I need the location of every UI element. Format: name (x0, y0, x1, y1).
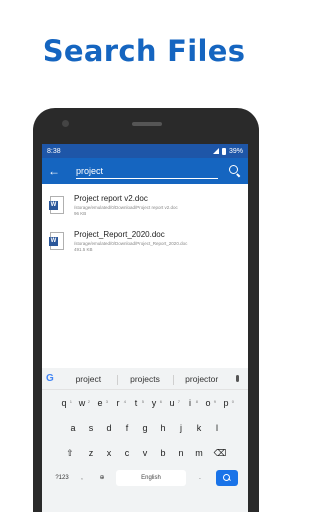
key-row-4: ?123 , ⊕ English . (42, 469, 248, 487)
key-row-1: q1 w2 e3 r4 t5 y6 u7 i8 o9 p0 (42, 394, 248, 412)
search-enter-key[interactable] (216, 470, 238, 486)
key-k[interactable]: k (190, 419, 208, 437)
key-t[interactable]: t5 (127, 394, 145, 412)
phone-screen: 8:38 39% ← project W Project report v2.d… (42, 144, 248, 512)
key-z[interactable]: z (82, 444, 100, 462)
key-j[interactable]: j (172, 419, 190, 437)
key-l[interactable]: l (208, 419, 226, 437)
search-query: project (76, 166, 104, 176)
google-g-icon[interactable]: G (46, 373, 60, 384)
comma-key[interactable]: , (72, 469, 92, 487)
key-g[interactable]: g (136, 419, 154, 437)
promo-title: Search Files (42, 34, 246, 68)
key-m[interactable]: m (190, 444, 208, 462)
list-item[interactable]: W Project report v2.doc /storage/emulate… (42, 190, 248, 226)
key-p[interactable]: p0 (217, 394, 235, 412)
space-key[interactable]: English (116, 470, 186, 486)
battery-icon (221, 147, 226, 155)
battery-percent: 39% (228, 147, 243, 155)
file-path: /storage/emulated/0/Download/Project_Rep… (74, 241, 188, 246)
suggestion-chip[interactable]: projects (116, 374, 174, 385)
soft-keyboard: G project projects projector q1 w2 e3 r4… (42, 368, 248, 512)
suggestion-bar: G project projects projector (42, 368, 248, 390)
symbols-key[interactable]: ?123 (52, 469, 72, 487)
key-y[interactable]: y6 (145, 394, 163, 412)
key-q[interactable]: q1 (55, 394, 73, 412)
key-c[interactable]: c (118, 444, 136, 462)
key-row-3: ⇧ z x c v b n m ⌫ (42, 444, 248, 462)
file-name: Project_Report_2020.doc (74, 230, 165, 239)
word-doc-icon: W (49, 196, 64, 214)
camera-dot (62, 120, 69, 127)
key-e[interactable]: e3 (91, 394, 109, 412)
list-item[interactable]: W Project_Report_2020.doc /storage/emula… (42, 226, 248, 262)
key-s[interactable]: s (82, 419, 100, 437)
delete-key[interactable]: ⌫ (208, 444, 232, 462)
key-f[interactable]: f (118, 419, 136, 437)
file-info: Project_Report_2020.doc /storage/emulate… (74, 230, 187, 252)
globe-icon[interactable]: ⊕ (92, 469, 112, 487)
mic-icon[interactable] (230, 375, 244, 382)
file-list: W Project report v2.doc /storage/emulate… (42, 184, 248, 262)
file-path: /storage/emulated/0/Download/Project rep… (74, 205, 178, 210)
arrow-left-icon[interactable]: ← (48, 164, 62, 178)
file-info: Project report v2.doc /storage/emulated/… (74, 194, 178, 216)
shift-key[interactable]: ⇧ (58, 444, 82, 462)
file-size: 491.5 KB (74, 247, 93, 252)
key-o[interactable]: o9 (199, 394, 217, 412)
key-u[interactable]: u7 (163, 394, 181, 412)
key-v[interactable]: v (136, 444, 154, 462)
key-b[interactable]: b (154, 444, 172, 462)
key-row-2: a s d f g h j k l (42, 419, 248, 437)
suggestion-chip[interactable]: project (60, 374, 117, 384)
key-r[interactable]: r4 (109, 394, 127, 412)
search-input[interactable]: project (76, 161, 218, 181)
key-w[interactable]: w2 (73, 394, 91, 412)
search-icon[interactable] (228, 164, 242, 178)
search-underline (76, 178, 218, 179)
status-bar: 8:38 39% (42, 144, 248, 158)
word-doc-icon: W (49, 232, 64, 250)
key-i[interactable]: i8 (181, 394, 199, 412)
key-h[interactable]: h (154, 419, 172, 437)
file-size: 96 KB (74, 211, 87, 216)
key-a[interactable]: a (64, 419, 82, 437)
earpiece-speaker (132, 122, 162, 126)
suggestion-chip[interactable]: projector (173, 374, 230, 385)
key-d[interactable]: d (100, 419, 118, 437)
period-key[interactable]: . (190, 469, 210, 487)
key-n[interactable]: n (172, 444, 190, 462)
search-app-bar: ← project (42, 158, 248, 184)
key-x[interactable]: x (100, 444, 118, 462)
signal-icon (212, 148, 219, 154)
status-time: 8:38 (47, 147, 61, 155)
status-right: 39% (212, 147, 243, 155)
file-name: Project report v2.doc (74, 194, 148, 203)
